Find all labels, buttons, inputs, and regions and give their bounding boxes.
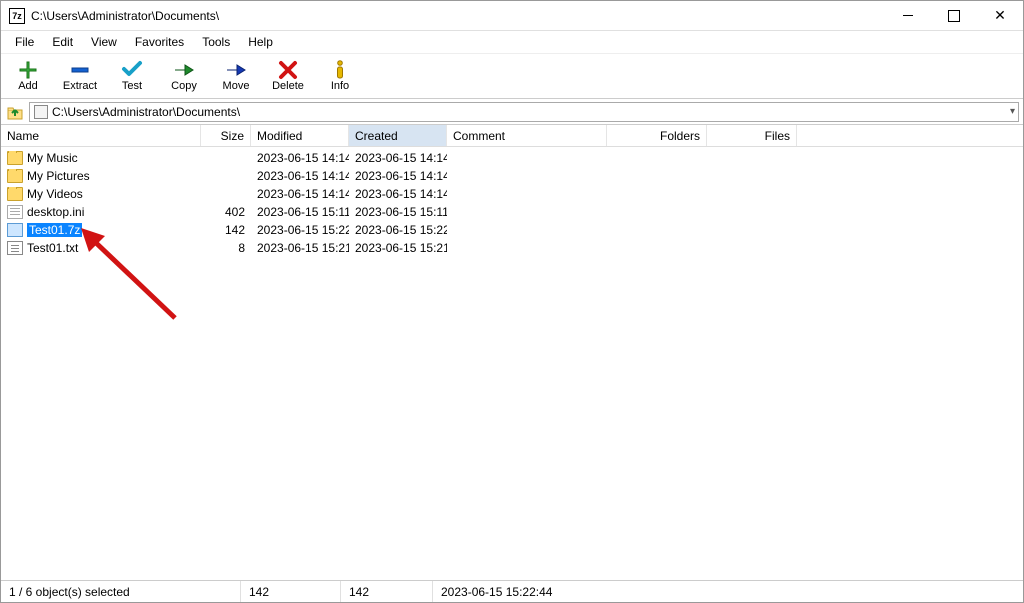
col-modified[interactable]: Modified — [251, 125, 349, 146]
menu-help[interactable]: Help — [240, 33, 281, 51]
file-created: 2023-06-15 15:22 — [349, 223, 447, 237]
column-headers: Name Size Modified Created Comment Folde… — [1, 125, 1023, 147]
file-size: 142 — [201, 223, 251, 237]
minimize-button[interactable] — [885, 1, 931, 30]
folder-icon — [7, 169, 23, 183]
status-bar: 1 / 6 object(s) selected 142 142 2023-06… — [1, 580, 1023, 602]
file-created: 2023-06-15 14:14 — [349, 151, 447, 165]
menu-favorites[interactable]: Favorites — [127, 33, 192, 51]
maximize-button[interactable] — [931, 1, 977, 30]
col-size[interactable]: Size — [201, 125, 251, 146]
folder-icon — [7, 151, 23, 165]
txt-icon — [7, 241, 23, 255]
col-folders[interactable]: Folders — [607, 125, 707, 146]
menu-file[interactable]: File — [7, 33, 42, 51]
file-modified: 2023-06-15 14:14 — [251, 151, 349, 165]
file-row[interactable]: Test01.7z1422023-06-15 15:222023-06-15 1… — [1, 221, 1023, 239]
file-modified: 2023-06-15 15:11 — [251, 205, 349, 219]
minus-icon — [68, 60, 92, 80]
file-created: 2023-06-15 15:21 — [349, 241, 447, 255]
menu-edit[interactable]: Edit — [44, 33, 81, 51]
plus-icon — [16, 60, 40, 80]
up-folder-button[interactable] — [5, 102, 25, 122]
file-modified: 2023-06-15 15:21 — [251, 241, 349, 255]
test-button[interactable]: Test — [111, 60, 153, 92]
file-name: Test01.7z — [27, 223, 82, 237]
status-size2: 142 — [341, 581, 433, 602]
add-button[interactable]: Add — [7, 60, 49, 92]
menu-tools[interactable]: Tools — [194, 33, 238, 51]
window-title: C:\Users\Administrator\Documents\ — [31, 9, 885, 23]
delete-x-icon — [276, 60, 300, 80]
delete-button[interactable]: Delete — [267, 60, 309, 92]
file-list[interactable]: My Music2023-06-15 14:142023-06-15 14:14… — [1, 147, 1023, 580]
close-button[interactable]: ✕ — [977, 1, 1023, 30]
move-button[interactable]: Move — [215, 60, 257, 92]
col-created[interactable]: Created — [349, 125, 447, 146]
file-size: 8 — [201, 241, 251, 255]
info-button[interactable]: Info — [319, 60, 361, 92]
move-arrow-icon — [224, 60, 248, 80]
toolbar: Add Extract Test Copy Move — [1, 53, 1023, 99]
window-controls: ✕ — [885, 1, 1023, 30]
file-modified: 2023-06-15 14:14 — [251, 187, 349, 201]
menu-view[interactable]: View — [83, 33, 125, 51]
file-modified: 2023-06-15 15:22 — [251, 223, 349, 237]
file-created: 2023-06-15 14:14 — [349, 169, 447, 183]
file-row[interactable]: Test01.txt82023-06-15 15:212023-06-15 15… — [1, 239, 1023, 257]
file-row[interactable]: desktop.ini4022023-06-15 15:112023-06-15… — [1, 203, 1023, 221]
col-comment[interactable]: Comment — [447, 125, 607, 146]
archive-icon — [7, 223, 23, 237]
copy-arrow-icon — [172, 60, 196, 80]
copy-button[interactable]: Copy — [163, 60, 205, 92]
extract-button[interactable]: Extract — [59, 60, 101, 92]
file-created: 2023-06-15 15:11 — [349, 205, 447, 219]
col-name[interactable]: Name — [1, 125, 201, 146]
col-files[interactable]: Files — [707, 125, 797, 146]
file-name: My Music — [27, 151, 78, 165]
disk-icon — [34, 105, 48, 119]
dropdown-icon[interactable]: ▾ — [1010, 106, 1015, 117]
title-bar: 7z C:\Users\Administrator\Documents\ ✕ — [1, 1, 1023, 31]
file-modified: 2023-06-15 14:14 — [251, 169, 349, 183]
folder-icon — [7, 187, 23, 201]
path-input[interactable]: C:\Users\Administrator\Documents\ ▾ — [29, 102, 1019, 122]
address-bar: C:\Users\Administrator\Documents\ ▾ — [1, 99, 1023, 125]
file-row[interactable]: My Pictures 2023-06-15 14:142023-06-15 14… — [1, 167, 1023, 185]
file-name: My Videos — [27, 187, 83, 201]
file-row[interactable]: My Videos 2023-06-15 14:142023-06-15 14:1… — [1, 185, 1023, 203]
app-window: 7z C:\Users\Administrator\Documents\ ✕ F… — [0, 0, 1024, 603]
status-timestamp: 2023-06-15 15:22:44 — [433, 581, 1023, 602]
status-selection: 1 / 6 object(s) selected — [1, 581, 241, 602]
status-size1: 142 — [241, 581, 341, 602]
check-icon — [120, 60, 144, 80]
ini-icon — [7, 205, 23, 219]
path-text: C:\Users\Administrator\Documents\ — [52, 105, 240, 119]
info-icon — [328, 60, 352, 80]
file-row[interactable]: My Music 2023-06-15 14:142023-06-15 14:14 — [1, 149, 1023, 167]
app-icon: 7z — [9, 8, 25, 24]
file-name: My Pictures — [27, 169, 90, 183]
menu-bar: File Edit View Favorites Tools Help — [1, 31, 1023, 53]
file-name: Test01.txt — [27, 241, 78, 255]
file-name: desktop.ini — [27, 205, 84, 219]
file-created: 2023-06-15 14:14 — [349, 187, 447, 201]
file-size: 402 — [201, 205, 251, 219]
